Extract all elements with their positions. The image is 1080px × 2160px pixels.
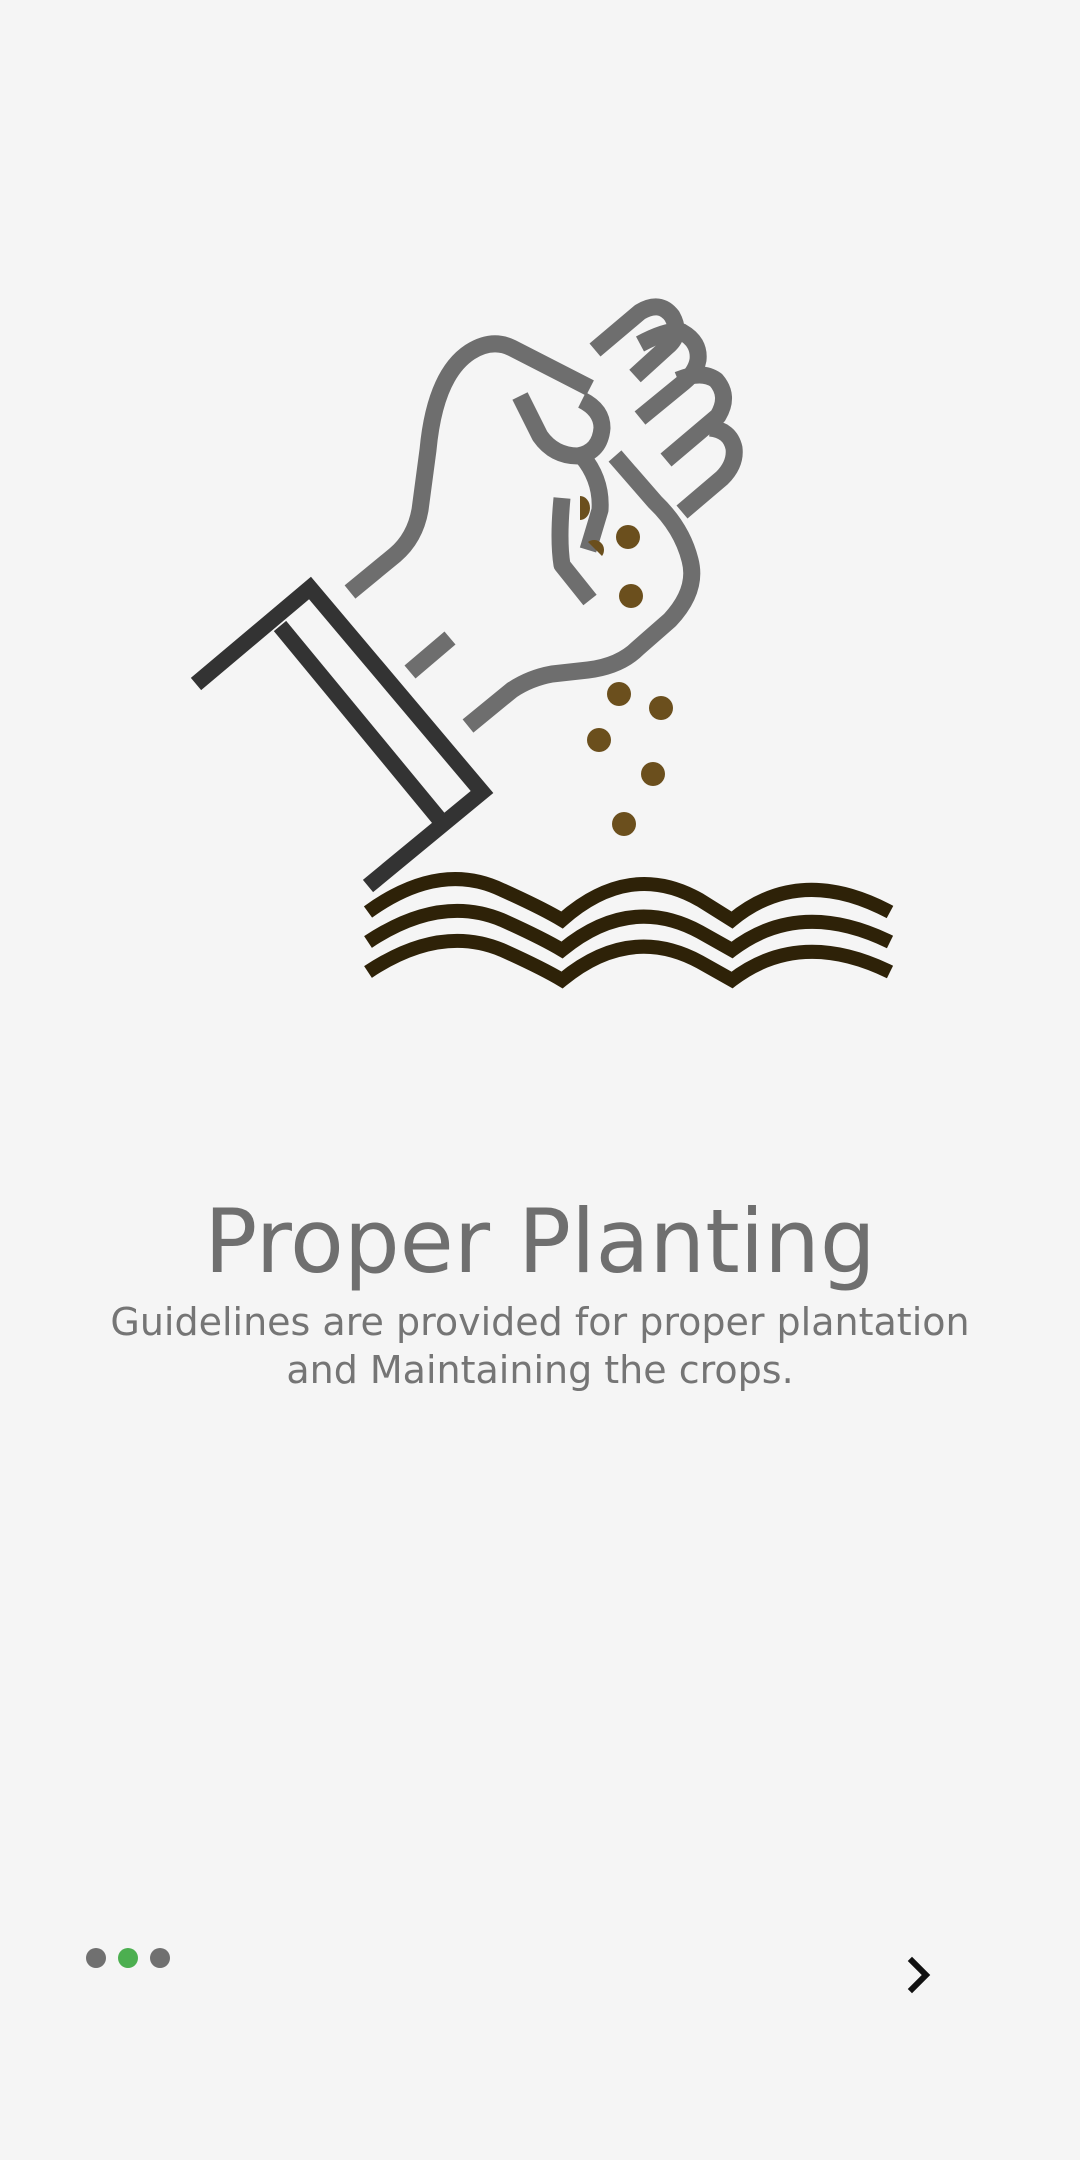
onboarding-screen: Proper Planting Guidelines are provided … [0, 0, 1080, 2160]
hand-sowing-seeds-icon [190, 298, 894, 989]
page-dot-3[interactable] [150, 1948, 170, 1968]
page-dot-2-active[interactable] [118, 1948, 138, 1968]
page-dot-1[interactable] [86, 1948, 106, 1968]
page-title: Proper Planting [204, 1190, 876, 1293]
page-subtitle: Guidelines are provided for proper plant… [110, 1300, 970, 1392]
sleeve-cuff [190, 576, 494, 893]
hand-outline [344, 298, 743, 733]
soil-waves [363, 872, 894, 989]
chevron-right-icon [907, 1956, 931, 1994]
next-button[interactable] [880, 1935, 960, 2015]
page-indicator [86, 1948, 170, 1968]
